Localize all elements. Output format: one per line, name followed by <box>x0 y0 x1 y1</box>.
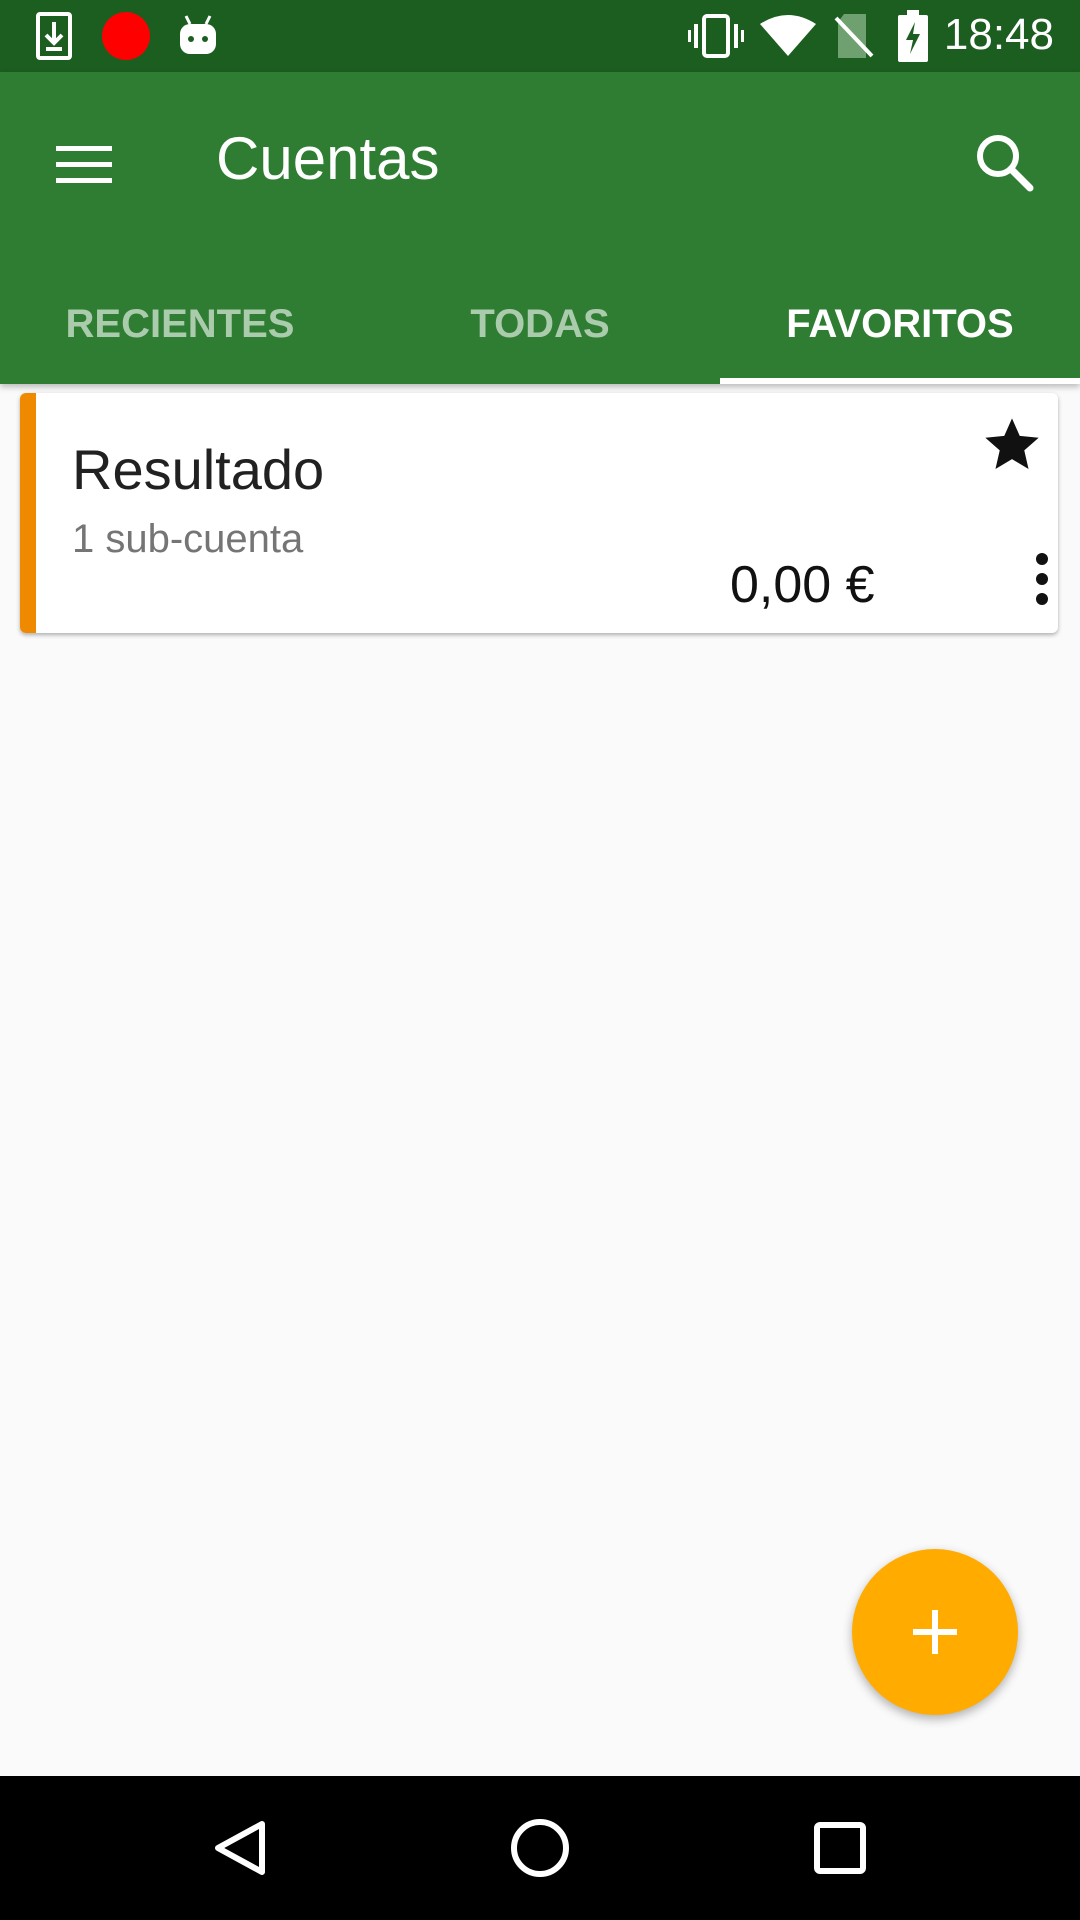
hamburger-menu-icon <box>40 146 128 214</box>
wifi-icon <box>760 14 816 61</box>
subaccount-count: 1 sub-cuenta <box>72 517 304 561</box>
add-account-button[interactable] <box>852 1549 1018 1715</box>
battery-charging-icon <box>898 10 928 67</box>
home-button[interactable] <box>480 1800 600 1896</box>
account-color-stripe <box>20 393 36 633</box>
account-balance: 0,00 € <box>730 556 875 614</box>
app-bar: Cuentas RECIENTES TODAS FAVORITOS <box>0 72 1080 384</box>
tab-favoritos[interactable]: FAVORITOS <box>720 264 1080 384</box>
home-icon <box>480 1819 600 1900</box>
back-button[interactable] <box>180 1800 300 1896</box>
tab-recientes[interactable]: RECIENTES <box>0 264 360 384</box>
status-bar: 18:48 <box>0 0 1080 72</box>
menu-button[interactable] <box>40 122 128 210</box>
recents-icon <box>780 1822 900 1900</box>
tab-todas[interactable]: TODAS <box>360 264 720 384</box>
account-name: Resultado <box>72 438 325 501</box>
search-button[interactable] <box>966 124 1046 204</box>
tab-bar: RECIENTES TODAS FAVORITOS <box>0 264 1080 384</box>
favorite-toggle[interactable] <box>980 413 1044 477</box>
android-icon <box>178 14 218 61</box>
tab-indicator <box>720 378 1080 384</box>
more-vert-icon <box>1000 553 1058 627</box>
back-icon <box>180 1821 300 1900</box>
download-icon <box>36 12 72 65</box>
no-sim-icon <box>834 12 874 65</box>
search-icon <box>966 135 1046 208</box>
recents-button[interactable] <box>780 1800 900 1896</box>
more-options-button[interactable] <box>1000 543 1058 623</box>
page-title: Cuentas <box>216 125 440 192</box>
record-dot-icon <box>102 12 150 65</box>
navigation-bar <box>0 1776 1080 1920</box>
vibrate-icon <box>688 14 744 63</box>
account-card[interactable]: Resultado 1 sub-cuenta 0,00 € <box>20 393 1058 633</box>
status-time: 18:48 <box>943 10 1054 59</box>
star-icon <box>980 418 1044 481</box>
